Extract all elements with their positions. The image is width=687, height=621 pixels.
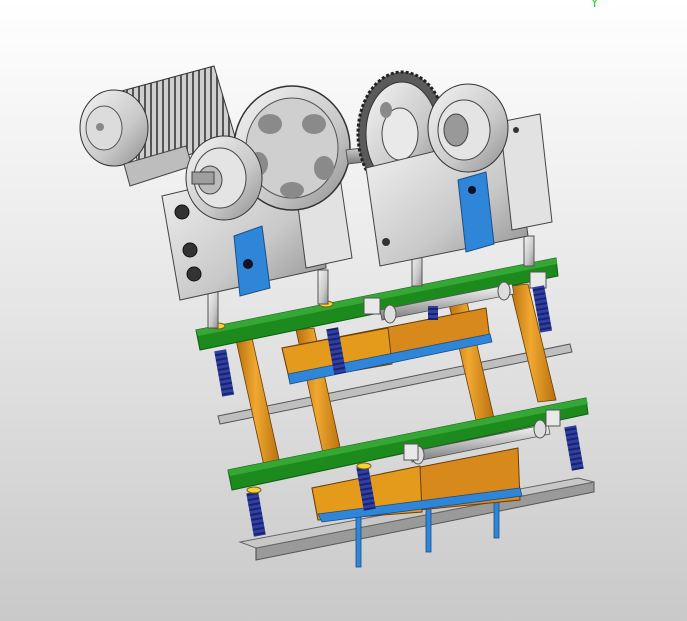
cad-viewport[interactable]: Y (0, 0, 687, 621)
left-bearing-housing[interactable] (185, 135, 263, 221)
right-bearing-housing[interactable] (427, 83, 509, 173)
assembly-drawing[interactable] (0, 0, 687, 621)
